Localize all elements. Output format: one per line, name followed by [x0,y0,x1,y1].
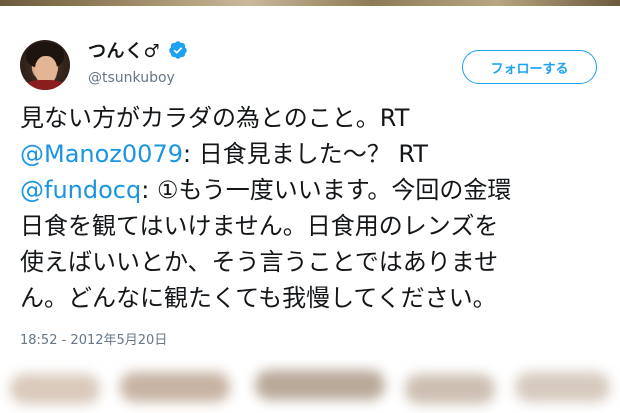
tweet-text-line: 日食を観てはいけません。日食用のレンズを [20,208,620,244]
tweet-text-line: ん。どんなに観たくても我慢してください。 [20,280,620,316]
blurred-bottom-strip [0,360,620,413]
tweet-text-line: 見ない方がカラダの為とのこと。RT [20,100,620,136]
follow-button[interactable]: フォローする [462,50,597,84]
tweet-text-segment: 見ない方がカラダの為とのこと。RT [20,104,410,132]
tweet-text: 見ない方がカラダの為とのこと。RT @Manoz0079: 日食見ました〜？ RT… [20,100,620,316]
verified-badge-icon [169,41,187,59]
display-name[interactable]: つんく♂ [88,37,160,63]
timestamp[interactable]: 18:52 - 2012年5月20日 [20,329,167,348]
avatar[interactable] [20,40,70,90]
user-handle[interactable]: @tsunkuboy [88,70,175,86]
author-name-row: つんく♂ [88,37,188,63]
tweet-text-line: 使えばいいとか、そう言うことではありませ [20,244,620,280]
tweet-text-segment: : ①もう一度いいます。今回の金環 [141,176,512,204]
tweet-text-segment: 使えばいいとか、そう言うことではありませ [20,248,499,276]
tweet-text-segment: ん。どんなに観たくても我慢してください。 [20,284,497,312]
mention-link[interactable]: @Manoz0079 [20,140,183,168]
tweet-text-segment: 日食を観てはいけません。日食用のレンズを [20,212,499,240]
tweet-card: つんく♂ @tsunkuboy フォローする 見ない方がカラダの為とのこと。RT… [0,6,620,360]
tweet-text-line: @fundocq: ①もう一度いいます。今回の金環 [20,172,620,208]
mention-link[interactable]: @fundocq [20,176,141,204]
tweet-text-segment: : 日食見ました〜？ RT [182,140,428,168]
tweet-text-line: @Manoz0079: 日食見ました〜？ RT [20,136,620,172]
